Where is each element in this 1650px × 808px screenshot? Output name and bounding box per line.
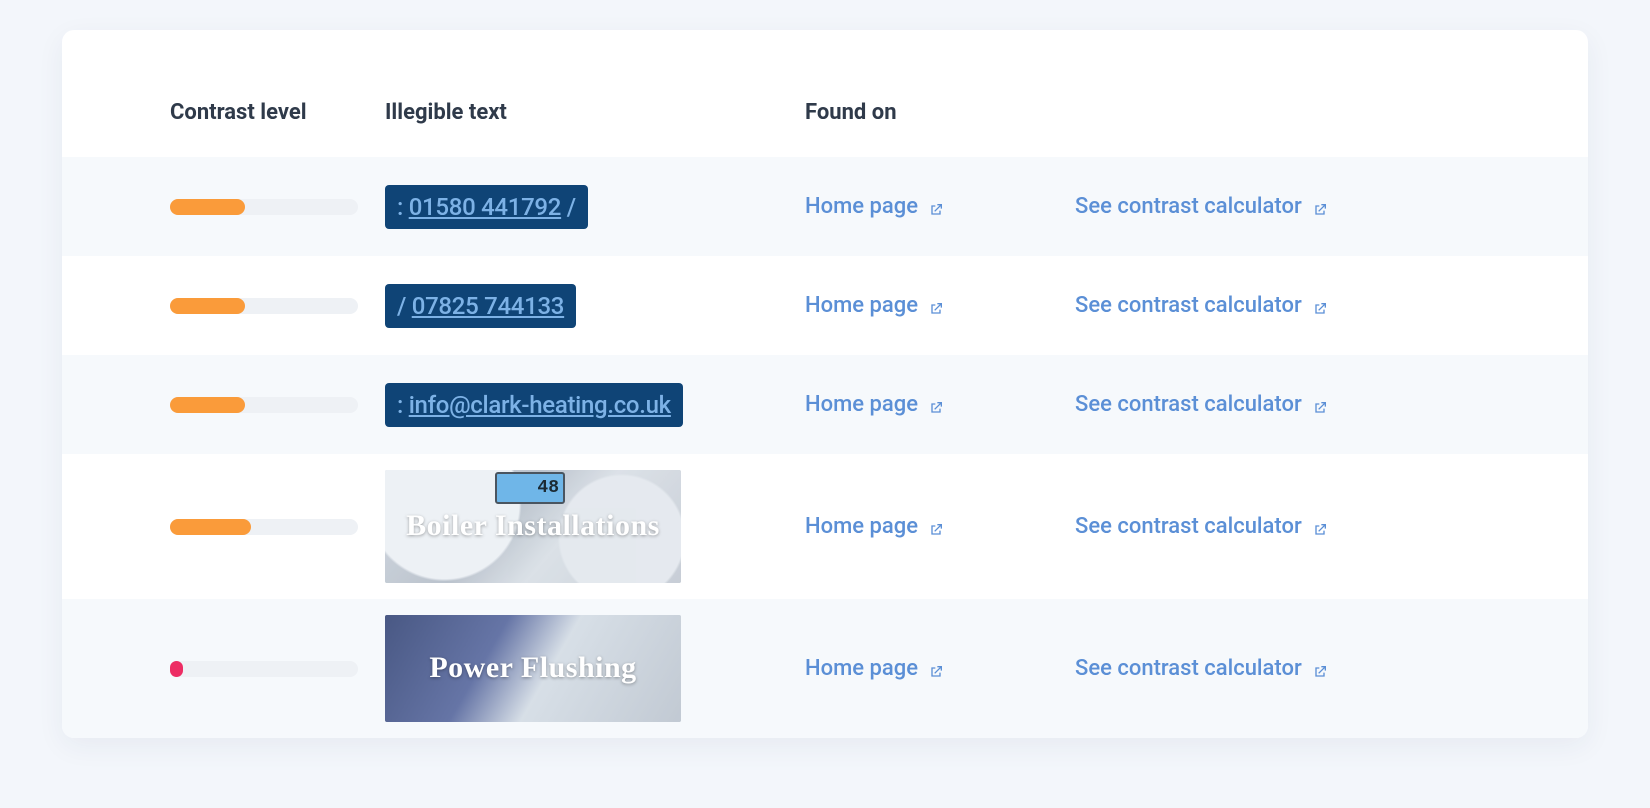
found-on-link[interactable]: Home page — [805, 514, 944, 539]
contrast-calculator-link[interactable]: See contrast calculator — [1075, 514, 1328, 539]
external-link-icon — [928, 519, 944, 535]
contrast-calculator-link[interactable]: See contrast calculator — [1075, 392, 1328, 417]
contrast-bar — [170, 199, 385, 215]
illegible-preview: Power Flushing — [385, 615, 805, 722]
page-container: Contrast level Illegible text Found on :… — [0, 0, 1650, 738]
illegible-preview: : 01580 441792 / — [385, 185, 805, 229]
progress-track — [170, 298, 358, 314]
external-link-icon — [1312, 298, 1328, 314]
sample-text: 01580 441792 — [409, 193, 561, 221]
contrast-bar — [170, 519, 385, 535]
contrast-calculator-link[interactable]: See contrast calculator — [1075, 194, 1328, 219]
contrast-bar — [170, 298, 385, 314]
external-link-icon — [928, 199, 944, 215]
link-label: Home page — [805, 194, 918, 219]
progress-fill — [170, 397, 245, 413]
sample-text: Power Flushing — [429, 651, 636, 686]
external-link-icon — [1312, 199, 1328, 215]
table-row: 48 Boiler Installations Home page See co… — [62, 454, 1588, 599]
link-label: Home page — [805, 392, 918, 417]
progress-fill — [170, 298, 245, 314]
sample-prefix: : — [397, 391, 409, 419]
sample-text: info@clark-heating.co.uk — [409, 391, 671, 419]
link-label: See contrast calculator — [1075, 392, 1302, 417]
contrast-calculator-link[interactable]: See contrast calculator — [1075, 293, 1328, 318]
link-label: Home page — [805, 293, 918, 318]
table-header-row: Contrast level Illegible text Found on — [62, 100, 1588, 157]
progress-fill — [170, 199, 245, 215]
contrast-bar — [170, 397, 385, 413]
col-header-contrast: Contrast level — [170, 100, 385, 125]
col-header-illegible: Illegible text — [385, 100, 805, 125]
link-label: See contrast calculator — [1075, 194, 1302, 219]
link-label: See contrast calculator — [1075, 656, 1302, 681]
progress-track — [170, 199, 358, 215]
link-label: See contrast calculator — [1075, 514, 1302, 539]
results-card: Contrast level Illegible text Found on :… — [62, 30, 1588, 738]
table-row: / 07825 744133 Home page See contrast ca… — [62, 256, 1588, 355]
sample-suffix: / — [561, 193, 576, 221]
illegible-preview: 48 Boiler Installations — [385, 470, 805, 583]
progress-track — [170, 519, 358, 535]
external-link-icon — [928, 661, 944, 677]
illegible-preview: : info@clark-heating.co.uk — [385, 383, 805, 427]
external-link-icon — [1312, 519, 1328, 535]
text-sample-chip: / 07825 744133 — [385, 284, 576, 328]
progress-fill — [170, 661, 183, 677]
illegible-preview: / 07825 744133 — [385, 284, 805, 328]
external-link-icon — [928, 397, 944, 413]
progress-track — [170, 397, 358, 413]
external-link-icon — [1312, 397, 1328, 413]
found-on-link[interactable]: Home page — [805, 293, 944, 318]
found-on-link[interactable]: Home page — [805, 656, 944, 681]
text-sample-chip: : 01580 441792 / — [385, 185, 588, 229]
sample-prefix: / — [397, 292, 412, 320]
link-label: See contrast calculator — [1075, 293, 1302, 318]
external-link-icon — [928, 298, 944, 314]
progress-fill — [170, 519, 251, 535]
table-row: : 01580 441792 / Home page See contrast … — [62, 157, 1588, 256]
link-label: Home page — [805, 656, 918, 681]
lcd-readout: 48 — [495, 472, 565, 504]
text-sample-chip: : info@clark-heating.co.uk — [385, 383, 683, 427]
contrast-bar — [170, 661, 385, 677]
external-link-icon — [1312, 661, 1328, 677]
sample-text: Boiler Installations — [406, 509, 660, 544]
contrast-calculator-link[interactable]: See contrast calculator — [1075, 656, 1328, 681]
table-row: Power Flushing Home page See contrast ca… — [62, 599, 1588, 738]
progress-track — [170, 661, 358, 677]
sample-prefix: : — [397, 193, 409, 221]
found-on-link[interactable]: Home page — [805, 194, 944, 219]
image-sample: 48 Boiler Installations — [385, 470, 681, 583]
link-label: Home page — [805, 514, 918, 539]
found-on-link[interactable]: Home page — [805, 392, 944, 417]
image-sample: Power Flushing — [385, 615, 681, 722]
sample-text: 07825 744133 — [412, 292, 564, 320]
table-row: : info@clark-heating.co.uk Home page See… — [62, 355, 1588, 454]
col-header-found-on: Found on — [805, 100, 1075, 125]
